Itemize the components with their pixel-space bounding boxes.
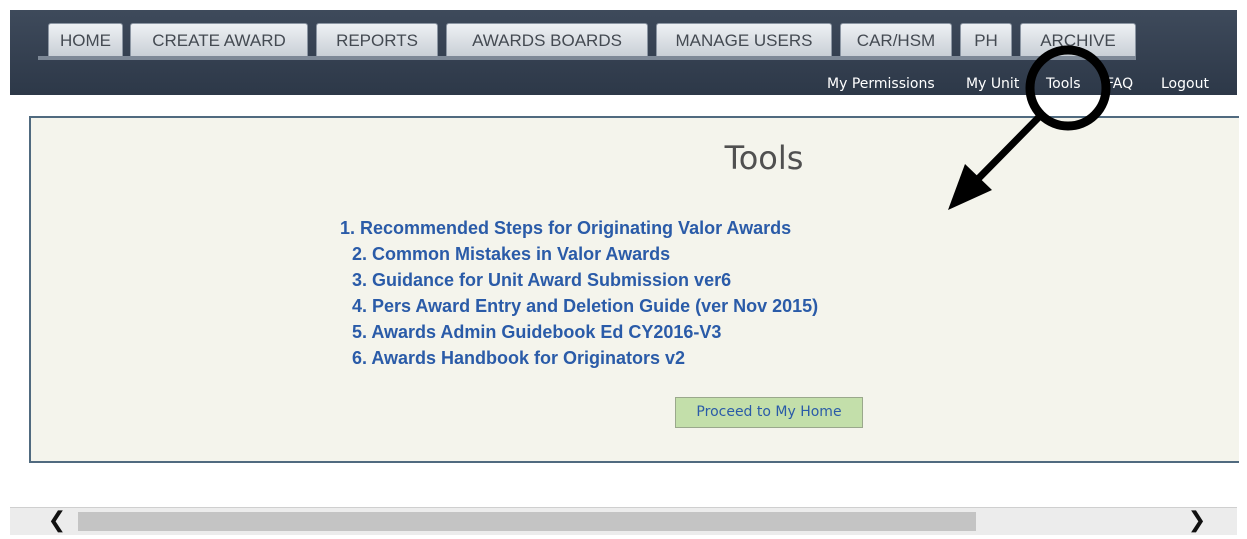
tool-link-1[interactable]: 1. Recommended Steps for Originating Val… bbox=[340, 218, 791, 239]
scroll-right-icon[interactable]: ❯ bbox=[1184, 509, 1210, 533]
scroll-thumb[interactable] bbox=[78, 512, 976, 531]
tab-create-award[interactable]: CREATE AWARD bbox=[130, 23, 308, 56]
tab-home[interactable]: HOME bbox=[48, 23, 123, 56]
tab-reports[interactable]: REPORTS bbox=[316, 23, 438, 56]
faq-link[interactable]: FAQ bbox=[1106, 76, 1133, 92]
tool-link-6[interactable]: 6. Awards Handbook for Originators v2 bbox=[352, 348, 685, 369]
tab-ph[interactable]: PH bbox=[960, 23, 1012, 56]
tab-awards-boards[interactable]: AWARDS BOARDS bbox=[446, 23, 648, 56]
top-navigation-bar: HOME CREATE AWARD REPORTS AWARDS BOARDS … bbox=[10, 10, 1237, 95]
tool-link-5[interactable]: 5. Awards Admin Guidebook Ed CY2016-V3 bbox=[352, 322, 721, 343]
tools-link[interactable]: Tools bbox=[1046, 76, 1081, 92]
scroll-left-icon[interactable]: ❮ bbox=[44, 509, 70, 533]
proceed-to-my-home-button[interactable]: Proceed to My Home bbox=[675, 397, 863, 428]
tab-manage-users[interactable]: MANAGE USERS bbox=[656, 23, 832, 56]
my-unit-link[interactable]: My Unit bbox=[966, 76, 1019, 92]
my-permissions-link[interactable]: My Permissions bbox=[827, 76, 935, 92]
page-title: Tools bbox=[724, 139, 804, 177]
tab-archive[interactable]: ARCHIVE bbox=[1020, 23, 1136, 56]
tool-link-2[interactable]: 2. Common Mistakes in Valor Awards bbox=[352, 244, 670, 265]
tab-car-hsm[interactable]: CAR/HSM bbox=[840, 23, 952, 56]
tool-link-4[interactable]: 4. Pers Award Entry and Deletion Guide (… bbox=[352, 296, 818, 317]
horizontal-scrollbar[interactable]: ❮ ❯ bbox=[10, 507, 1237, 535]
logout-link[interactable]: Logout bbox=[1161, 76, 1209, 92]
tool-link-3[interactable]: 3. Guidance for Unit Award Submission ve… bbox=[352, 270, 731, 291]
